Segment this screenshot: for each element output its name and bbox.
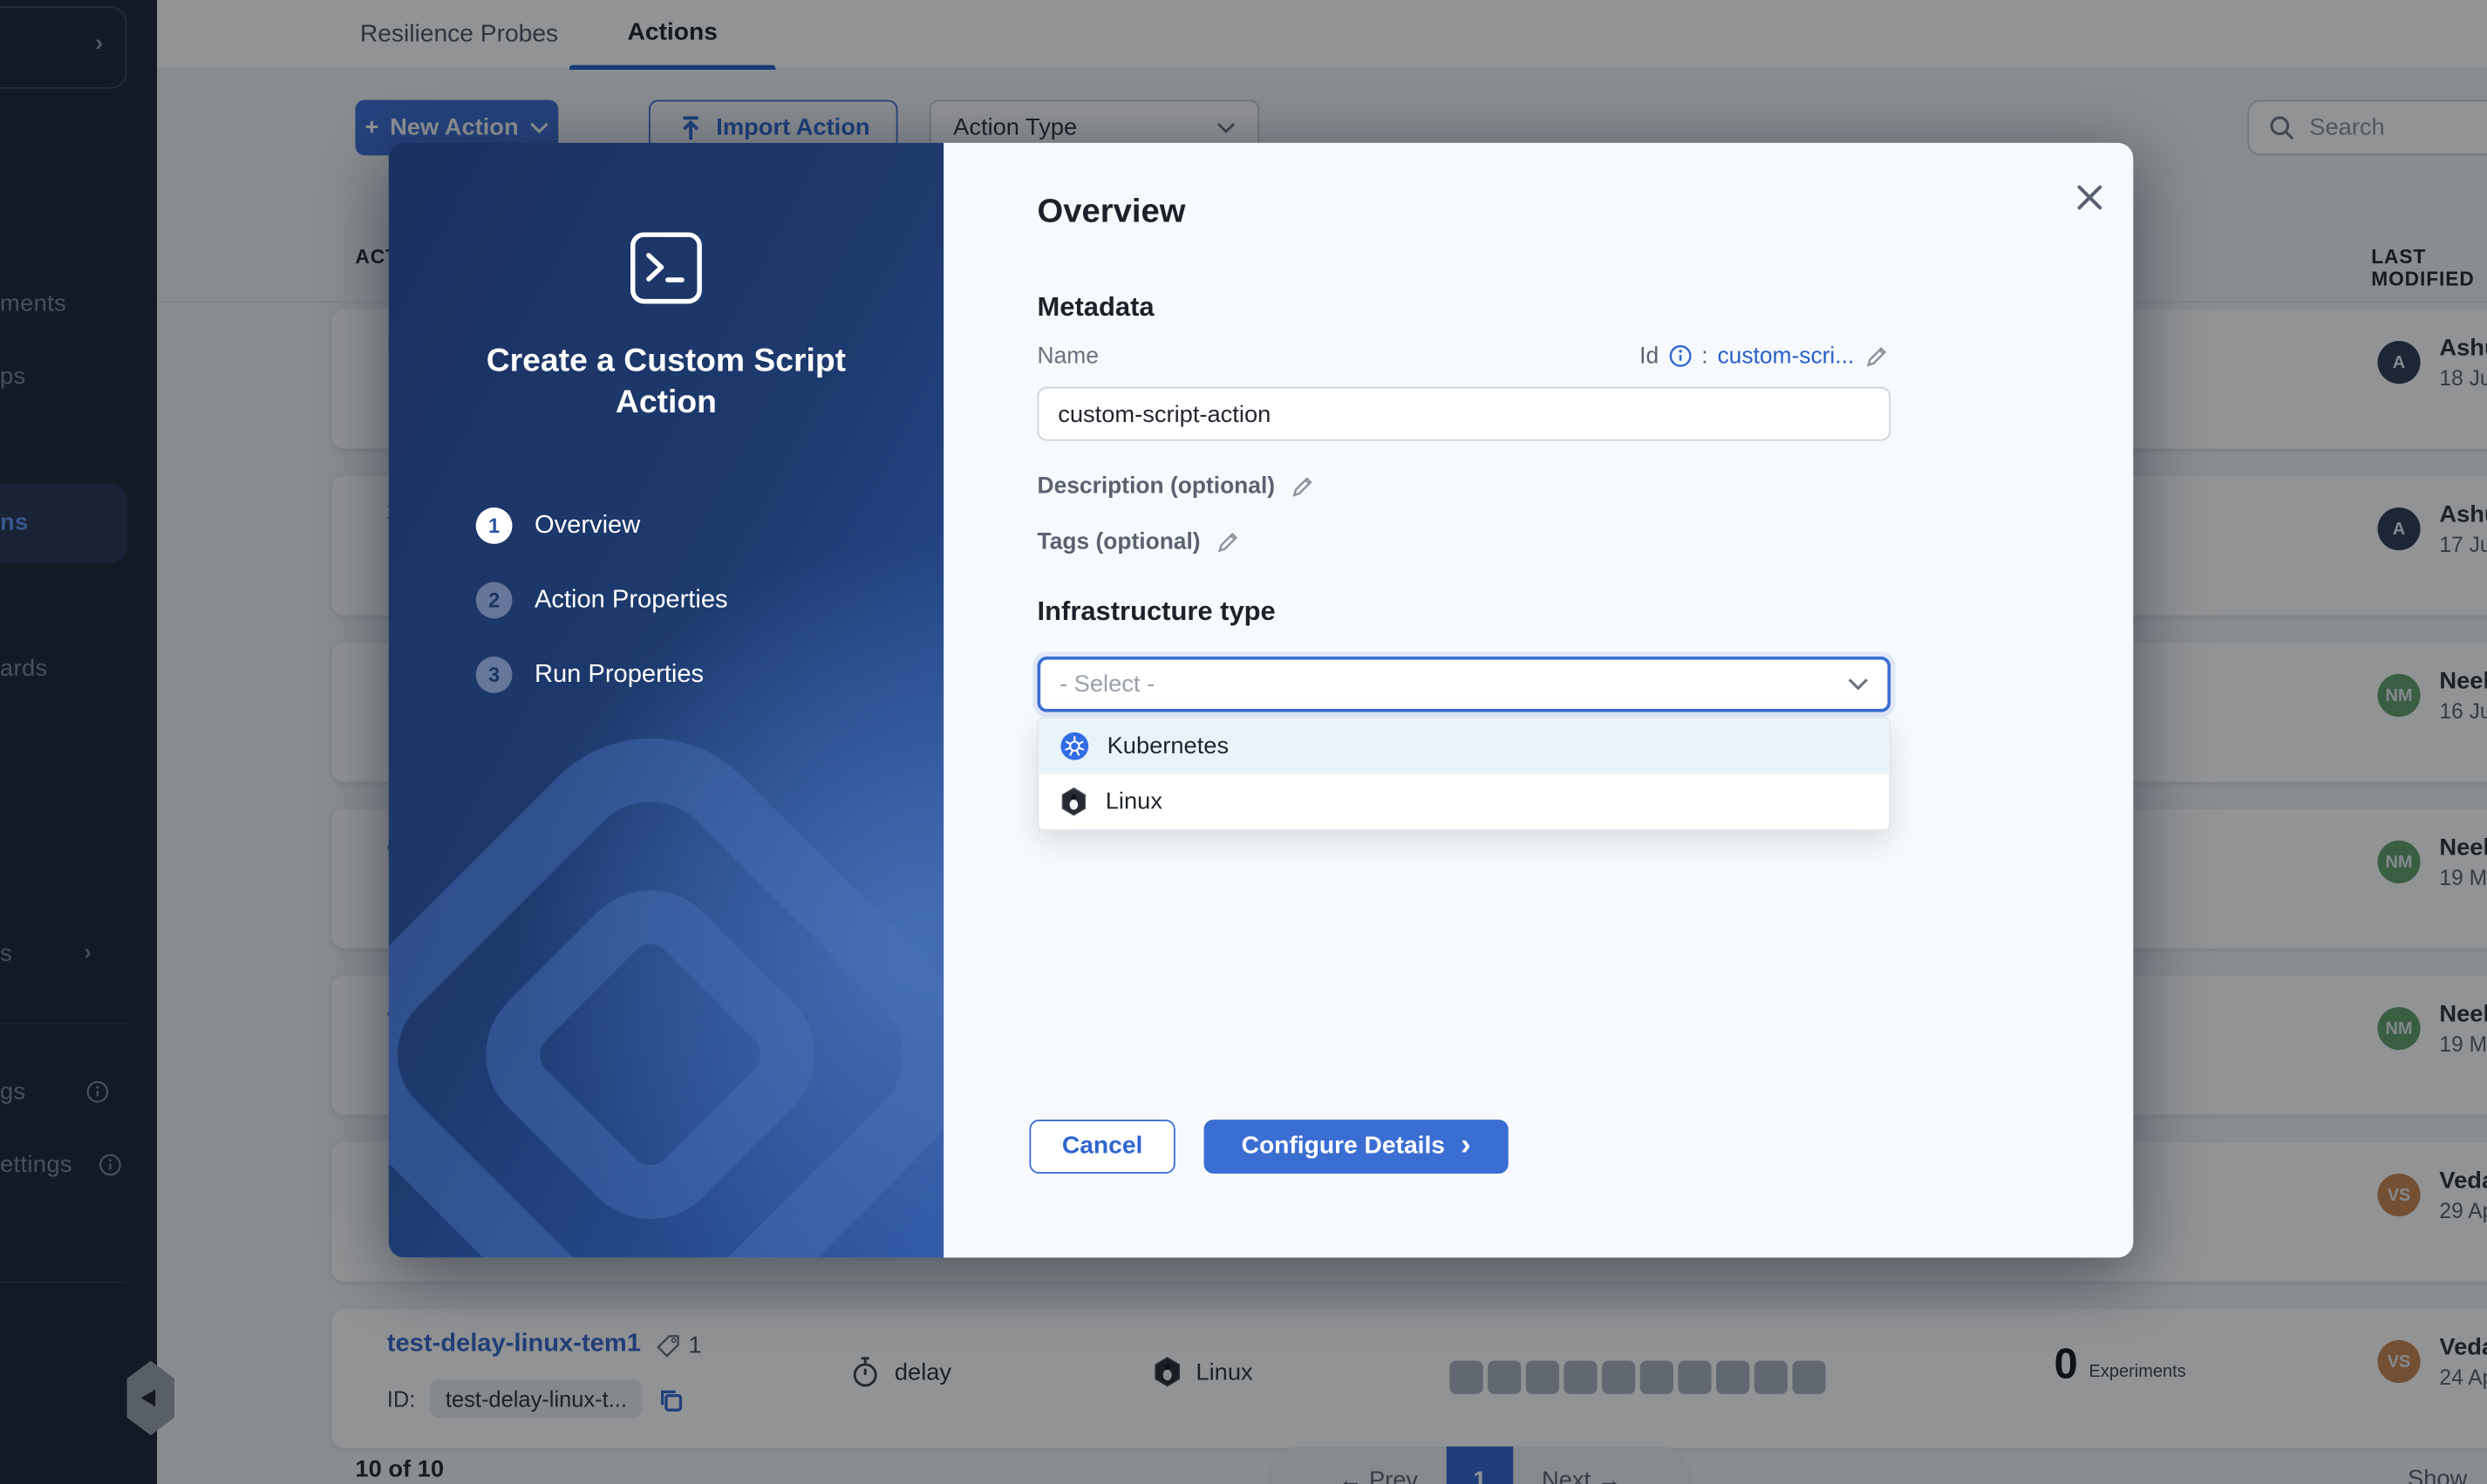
screen: › ments ps ns ards s › gs ettings xyxy=(0,0,2487,1484)
modal-title: Create a Custom Script Action xyxy=(452,341,880,424)
modal-body: Overview Metadata Name Id : custom-scri.… xyxy=(944,143,2133,1258)
step-label: Run Properties xyxy=(535,661,704,690)
step-label: Overview xyxy=(535,512,640,541)
tags-label: Tags (optional) xyxy=(1038,529,1201,555)
wizard-step[interactable]: 2 Action Properties xyxy=(476,582,728,619)
modal-step-panel: Create a Custom Script Action 1 Overview… xyxy=(389,143,944,1258)
close-icon xyxy=(2075,183,2102,210)
option-label: Kubernetes xyxy=(1107,732,1230,759)
id-separator: : xyxy=(1701,344,1707,369)
metadata-heading: Metadata xyxy=(1038,292,1155,323)
infrastructure-option[interactable]: Kubernetes xyxy=(1039,718,1889,774)
edit-pencil-icon[interactable] xyxy=(1215,528,1242,555)
id-label: Id xyxy=(1639,344,1659,369)
overview-heading: Overview xyxy=(1038,194,1186,232)
wizard-step[interactable]: 3 Run Properties xyxy=(476,657,728,693)
id-value-link[interactable]: custom-scri... xyxy=(1717,344,1854,369)
step-label: Action Properties xyxy=(535,586,728,615)
chevron-right-icon: › xyxy=(1461,1130,1471,1161)
chevron-down-icon xyxy=(1848,677,1869,691)
configure-details-button[interactable]: Configure Details › xyxy=(1204,1120,1509,1174)
brand-watermark xyxy=(389,722,944,1258)
infrastructure-type-heading: Infrastructure type xyxy=(1038,596,1276,628)
terminal-icon xyxy=(628,230,704,314)
name-label: Name xyxy=(1038,344,1099,369)
action-name-input[interactable] xyxy=(1038,387,1891,441)
option-label: Linux xyxy=(1106,788,1162,815)
edit-pencil-icon[interactable] xyxy=(1864,343,1891,370)
id-row: Id : custom-scri... xyxy=(1639,343,1891,370)
linux-icon xyxy=(1060,786,1088,817)
step-number: 1 xyxy=(476,507,513,544)
close-button[interactable] xyxy=(2070,178,2109,216)
step-number: 3 xyxy=(476,657,513,693)
infrastructure-option[interactable]: Linux xyxy=(1039,774,1889,830)
create-custom-script-action-modal: Create a Custom Script Action 1 Overview… xyxy=(389,143,2134,1258)
wizard-steps: 1 Overview 2 Action Properties 3 Run Pro… xyxy=(476,507,728,693)
info-icon[interactable] xyxy=(1668,344,1692,368)
description-label: Description (optional) xyxy=(1038,473,1276,499)
edit-pencil-icon[interactable] xyxy=(1289,473,1316,500)
infrastructure-type-select[interactable]: - Select - xyxy=(1038,657,1891,712)
select-placeholder: - Select - xyxy=(1060,671,1155,698)
cancel-button[interactable]: Cancel xyxy=(1029,1120,1175,1174)
wizard-step[interactable]: 1 Overview xyxy=(476,507,728,544)
kubernetes-icon xyxy=(1060,732,1090,762)
step-number: 2 xyxy=(476,582,513,619)
infrastructure-options-menu: Kubernetes xyxy=(1038,717,1891,831)
